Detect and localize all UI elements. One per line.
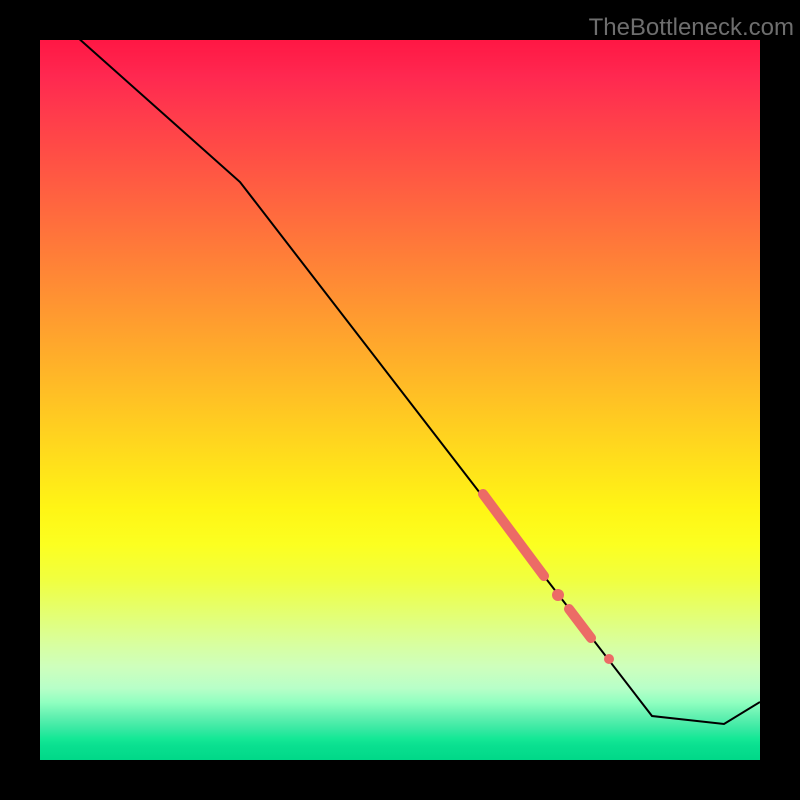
watermark-text: TheBottleneck.com (589, 14, 794, 42)
highlight-segment-1 (483, 494, 544, 576)
highlight-dot-2 (604, 654, 614, 664)
highlight-dot-1 (552, 589, 564, 601)
highlight-overlay (40, 40, 760, 760)
highlight-segment-2 (569, 609, 591, 638)
plot-area (40, 40, 760, 760)
